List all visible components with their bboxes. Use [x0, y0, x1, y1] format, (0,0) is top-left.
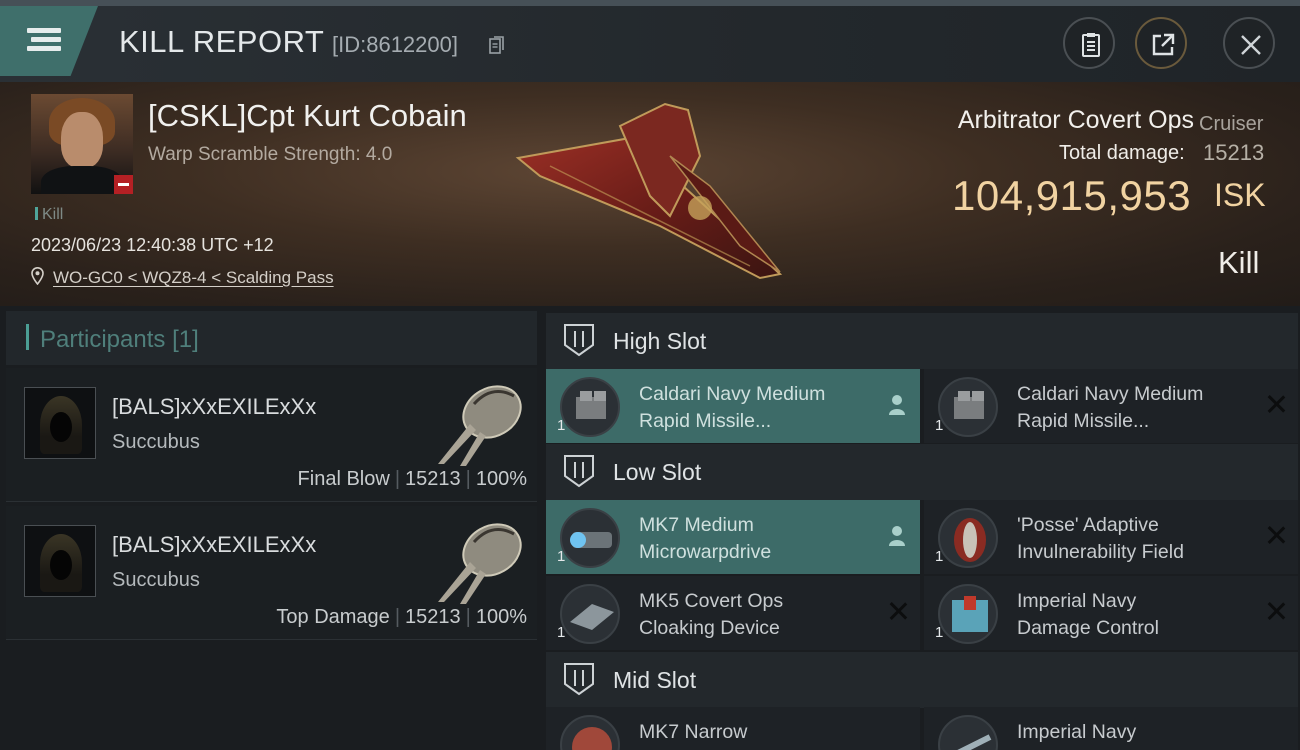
item-quantity: 1 — [557, 417, 566, 434]
victim-name[interactable]: [CSKL]Cpt Kurt Cobain — [148, 98, 467, 134]
participant-stats: Final Blow | 15213 | 100% — [297, 468, 527, 490]
kill-tag: Kill — [35, 206, 63, 224]
item-name: MK7 Narrow — [639, 721, 748, 743]
x-icon — [1267, 526, 1285, 544]
participant-name[interactable]: [BALS]xXxEXILExXx — [112, 394, 316, 420]
kill-datetime: 2023/06/23 12:40:38 UTC +12 — [31, 235, 274, 255]
total-damage-label: Total damage: — [1059, 142, 1185, 164]
fitting-item[interactable]: MK7 Narrow — [546, 707, 920, 750]
clipboard-button[interactable] — [1063, 17, 1115, 69]
mid-slot-label: Mid Slot — [613, 667, 697, 693]
item-name: MK5 Covert Ops Cloaking Device — [639, 590, 784, 639]
module-icon — [560, 584, 620, 644]
participant-ship-icon — [438, 523, 522, 604]
fitting-item[interactable]: 1 Caldari Navy Medium Rapid Missile... — [546, 369, 920, 443]
participant-avatar — [24, 525, 96, 597]
header-top-line — [0, 0, 1300, 6]
module-icon — [560, 508, 620, 568]
result-label: Kill — [1218, 245, 1260, 280]
report-id: [ID:8612200] — [332, 32, 458, 57]
low-slot-header: Low Slot — [546, 444, 1298, 500]
share-button[interactable] — [1135, 17, 1187, 69]
mid-slot-header: Mid Slot — [546, 652, 1298, 708]
victim-ship-image — [515, 102, 783, 280]
clipboard-icon — [1082, 33, 1100, 57]
x-icon — [889, 602, 907, 620]
item-name: Caldari Navy Medium Rapid Missile... — [1017, 383, 1204, 432]
low-slot-label: Low Slot — [613, 459, 702, 485]
location-pin-icon — [31, 267, 44, 285]
participant-percent: 100% — [475, 468, 527, 490]
slot-icon — [564, 663, 594, 696]
module-icon — [560, 377, 620, 437]
user-icon — [889, 395, 905, 415]
module-icon — [938, 508, 998, 568]
fitting-item[interactable]: 1 MK7 Medium Microwarpdrive — [546, 500, 920, 574]
item-quantity: 1 — [935, 548, 944, 565]
participants-count: [1] — [172, 326, 199, 353]
participant-role: Top Damage — [276, 606, 390, 628]
participant-damage: 15213 — [405, 606, 461, 628]
fitting-item[interactable]: Imperial Navy — [924, 707, 1298, 750]
fitting-item[interactable]: 1 MK5 Covert Ops Cloaking Device — [546, 576, 920, 650]
x-icon — [1267, 602, 1285, 620]
item-name: 'Posse' Adaptive Invulnerability Field — [1017, 514, 1184, 563]
participant-ship: Succubus — [112, 431, 200, 453]
high-slot-label: High Slot — [613, 328, 707, 354]
x-icon — [1267, 395, 1285, 413]
participant-percent: 100% — [475, 606, 527, 628]
item-quantity: 1 — [935, 417, 944, 434]
participant-damage: 15213 — [405, 468, 461, 490]
victim-ship-name[interactable]: Arbitrator Covert Ops — [958, 106, 1194, 135]
item-name: Imperial Navy — [1017, 721, 1137, 743]
victim-ship-class: Cruiser — [1199, 113, 1264, 135]
kill-location-link[interactable]: WO-GC0 < WQZ8-4 < Scalding Pass — [53, 268, 334, 288]
module-icon — [938, 584, 998, 644]
item-quantity: 1 — [935, 624, 944, 641]
item-quantity: 1 — [557, 548, 566, 565]
item-name: Imperial Navy Damage Control — [1017, 590, 1159, 639]
high-slot-header: High Slot — [546, 313, 1298, 369]
item-name: Caldari Navy Medium Rapid Missile... — [639, 383, 826, 432]
participant-card[interactable]: [BALS]xXxEXILExXx Succubus Top Damage | 15… — [6, 506, 537, 640]
module-icon — [938, 377, 998, 437]
participant-stats: Top Damage | 15213 | 100% — [276, 606, 527, 628]
module-icon — [938, 715, 998, 750]
participant-role: Final Blow — [297, 468, 390, 490]
participant-ship-icon — [438, 385, 522, 466]
close-button[interactable] — [1223, 17, 1275, 69]
total-damage-value: 15213 — [1203, 140, 1265, 165]
participant-name[interactable]: [BALS]xXxEXILExXx — [112, 532, 316, 558]
copy-icon[interactable] — [489, 36, 505, 55]
fitting-item[interactable]: 1 Imperial Navy Damage Control — [924, 576, 1298, 650]
header-bar: KILL REPORT [ID:8612200] — [0, 0, 1300, 82]
close-icon — [1241, 35, 1261, 55]
slot-icon — [564, 324, 594, 357]
isk-unit: ISK — [1214, 177, 1266, 213]
isk-value: 104,915,953 — [952, 172, 1192, 219]
slot-icon — [564, 455, 594, 488]
item-name: MK7 Medium Microwarpdrive — [639, 514, 772, 563]
participant-avatar — [24, 387, 96, 459]
item-quantity: 1 — [557, 624, 566, 641]
menu-button[interactable] — [0, 6, 98, 76]
warp-scramble-strength: Warp Scramble Strength: 4.0 — [148, 144, 393, 165]
fitting-item[interactable]: 1 Caldari Navy Medium Rapid Missile... — [924, 369, 1298, 443]
page-title: KILL REPORT — [119, 24, 325, 59]
participants-title: Participants [1] — [40, 326, 199, 353]
module-icon — [560, 715, 620, 750]
participant-card[interactable]: [BALS]xXxEXILExXx Succubus Final Blow | 15… — [6, 368, 537, 502]
standing-badge — [114, 175, 133, 194]
participant-ship: Succubus — [112, 569, 200, 591]
fitting-item[interactable]: 1 'Posse' Adaptive Invulnerability Field — [924, 500, 1298, 574]
user-icon — [889, 526, 905, 546]
kill-report-screen: KILL REPORT [ID:8612200] [CSKL]Cpt Kurt … — [0, 0, 1300, 750]
share-icon — [1152, 33, 1175, 56]
